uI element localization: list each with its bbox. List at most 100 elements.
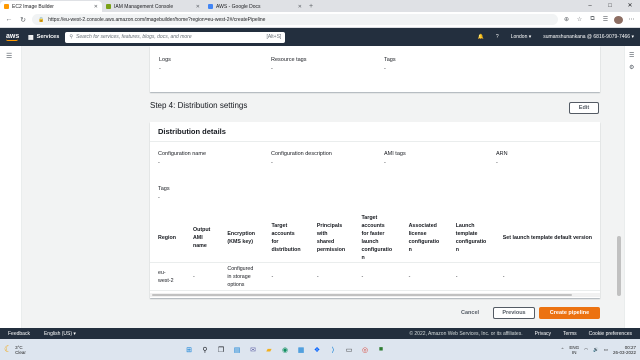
column-header: Encryption (KMS key) (219, 214, 264, 263)
window-controls: – □ ✕ (580, 0, 640, 12)
clock[interactable]: 00:27 26-03-2022 (613, 345, 636, 355)
tray-chevron-icon[interactable]: ⌃ (561, 347, 565, 353)
close-tab-icon[interactable]: ✕ (298, 4, 302, 10)
url-field[interactable]: 🔒 https://eu-west-2.console.aws.amazon.c… (32, 14, 558, 25)
terminal-icon[interactable]: ▭ (344, 345, 354, 355)
back-icon[interactable]: ← (4, 16, 14, 23)
table-horizontal-scrollbar[interactable] (150, 293, 600, 297)
search-shortcut-hint: [Alt+S] (266, 34, 282, 40)
copyright-text: © 2022, Amazon Web Services, Inc. or its… (409, 330, 523, 337)
app-icon[interactable]: ■ (376, 345, 386, 355)
field-label: ARN (496, 151, 508, 157)
help-icon[interactable]: ? (496, 34, 499, 40)
chrome-icon[interactable]: ◎ (360, 345, 370, 355)
privacy-link[interactable]: Privacy (535, 331, 551, 337)
tab-title: IAM Management Console (114, 3, 174, 10)
extensions-icon[interactable]: ⧉ (588, 16, 597, 23)
column-header: Region (150, 214, 185, 263)
info-panel-icon[interactable]: ☰ (629, 52, 634, 59)
previous-button[interactable]: Previous (493, 307, 535, 319)
field-value: - (384, 66, 386, 72)
step4-heading: Step 4: Distribution settings (150, 101, 248, 110)
task-view-icon[interactable]: ❐ (216, 345, 226, 355)
hamburger-menu-icon[interactable]: ☰ (6, 52, 12, 60)
aws-console-footer: Feedback English (US) ▾ © 2022, Amazon W… (0, 328, 640, 339)
file-explorer-icon[interactable]: ▰ (264, 345, 274, 355)
edge-icon[interactable]: ◉ (280, 345, 290, 355)
close-tab-icon[interactable]: ✕ (94, 4, 98, 10)
maximize-icon[interactable]: □ (600, 0, 620, 12)
vscode-icon[interactable]: ⟩ (328, 345, 338, 355)
panel-header: Distribution details (150, 122, 600, 142)
reload-icon[interactable]: ↻ (18, 16, 28, 24)
column-header: Target accounts for distribution (263, 214, 309, 263)
account-menu[interactable]: sumanshunankana @ 6816-9079-7466 ▾ (543, 34, 634, 40)
store-icon[interactable]: ▦ (296, 345, 306, 355)
weather-widget[interactable]: ☾ 3°C Clear (4, 344, 64, 355)
dropbox-icon[interactable]: ❖ (312, 345, 322, 355)
close-tab-icon[interactable]: ✕ (196, 4, 200, 10)
table-cell: - (494, 262, 600, 291)
page-vertical-scrollbar[interactable] (615, 46, 623, 328)
search-icon[interactable]: ⚲ (200, 345, 210, 355)
volume-icon[interactable]: 🔊 (593, 347, 599, 353)
ami-tags-field: AMI tags - (384, 151, 406, 166)
field-label: Configuration description (271, 151, 332, 157)
aws-favicon-icon (4, 4, 9, 9)
field-label: Resource tags (271, 57, 307, 63)
table-header-row: Region Output AMI name Encryption (KMS k… (150, 214, 600, 263)
widgets-icon[interactable]: ▤ (232, 345, 242, 355)
table-cell: - (353, 262, 401, 291)
language-top: ENG (569, 344, 580, 350)
cancel-button[interactable]: Cancel (461, 310, 479, 316)
table-cell: - (263, 262, 309, 291)
tab-iam-console[interactable]: IAM Management Console ✕ (102, 1, 204, 12)
region-selector[interactable]: London ▾ (511, 34, 532, 40)
notifications-bell-icon[interactable]: 🔔 (478, 34, 484, 40)
profile-avatar[interactable] (614, 15, 623, 24)
terms-link[interactable]: Terms (563, 331, 577, 337)
create-pipeline-button[interactable]: Create pipeline (539, 307, 600, 319)
configuration-description-field: Configuration description - (271, 151, 332, 166)
edit-button[interactable]: Edit (569, 102, 599, 114)
table-cell: - (400, 262, 448, 291)
wifi-icon[interactable]: ◠ (584, 347, 588, 353)
clock-date: 26-03-2022 (612, 349, 636, 355)
weather-condition: Clear (15, 349, 26, 355)
tab-google-docs[interactable]: AWS - Google Docs ✕ (204, 1, 306, 12)
cookie-preferences-link[interactable]: Cookie preferences (589, 331, 632, 337)
search-input[interactable]: ⚲ Search for services, features, blogs, … (65, 31, 286, 43)
chat-icon[interactable]: ✉ (248, 345, 258, 355)
more-menu-icon[interactable]: ⋯ (627, 16, 636, 23)
zoom-icon[interactable]: ⊕ (562, 16, 571, 23)
tab-ec2-image-builder[interactable]: EC2 Image Builder ✕ (0, 1, 102, 12)
tab-title: AWS - Google Docs (216, 3, 261, 10)
new-tab-button[interactable]: + (306, 1, 316, 12)
collections-icon[interactable]: ☰ (601, 16, 610, 23)
configuration-name-field: Configuration name - (158, 151, 206, 166)
windows-start-icon[interactable]: ⊞ (184, 345, 194, 355)
language-indicator[interactable]: ENG IN (569, 345, 579, 355)
close-window-icon[interactable]: ✕ (620, 0, 640, 12)
aws-logo-text: aws (6, 33, 20, 40)
column-header: Output AMI name (184, 214, 220, 263)
scrollbar-thumb[interactable] (617, 236, 621, 296)
minimize-icon[interactable]: – (580, 0, 600, 12)
field-value: - (384, 160, 386, 166)
services-menu[interactable]: ▦ Services (28, 34, 59, 41)
aws-logo[interactable]: aws (6, 33, 22, 41)
distribution-tags-field: Tags - (158, 186, 170, 201)
right-utility-rail: ☰ ⚙ (624, 46, 640, 328)
language-selector[interactable]: English (US) ▾ (44, 331, 76, 337)
windows-taskbar: ☾ 3°C Clear ⊞ ⚲ ❐ ▤ ✉ ▰ ◉ ▦ ❖ ⟩ ▭ ◎ ■ ⌃ … (0, 339, 640, 360)
battery-icon[interactable]: ▭ (604, 347, 608, 353)
star-icon[interactable]: ☆ (575, 16, 584, 23)
address-bar: ← ↻ 🔒 https://eu-west-2.console.aws.amaz… (0, 12, 640, 28)
feedback-link[interactable]: Feedback (8, 331, 30, 337)
table-cell: - (308, 262, 354, 291)
url-text: https://eu-west-2.console.aws.amazon.com… (48, 16, 266, 23)
field-label: AMI tags (384, 151, 406, 157)
field-value: - (159, 66, 161, 72)
settings-gear-icon[interactable]: ⚙ (629, 64, 634, 71)
scrollbar-thumb[interactable] (152, 294, 572, 296)
